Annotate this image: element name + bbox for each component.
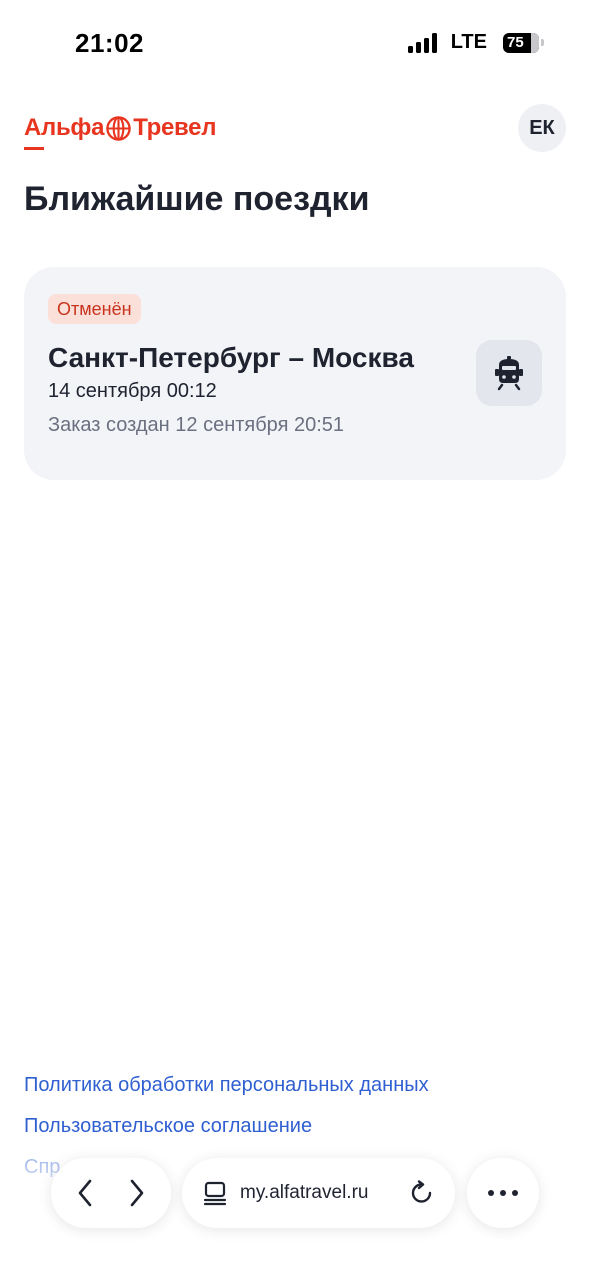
battery-icon: 75 [503,32,544,53]
address-bar[interactable]: my.alfatravel.ru [182,1158,455,1228]
reload-icon [411,1180,432,1203]
chevron-right-icon [130,1179,144,1207]
page-title: Ближайшие поездки [24,180,370,218]
browser-nav-pill [51,1158,171,1228]
trip-departure: 14 сентября 00:12 [48,380,217,402]
battery-level: 75 [507,34,524,51]
forward-button[interactable] [124,1178,148,1208]
tabs-button[interactable] [202,1180,228,1206]
page: 21:02 LTE 75 Альфа Тревел ЕК Ближайшие п… [0,0,590,1280]
back-button[interactable] [74,1178,98,1208]
logo-text-travel: Тревел [133,114,217,141]
trip-status-badge: Отменён [48,294,141,324]
user-agreement-link[interactable]: Пользовательское соглашение [24,1115,312,1138]
url-text: my.alfatravel.ru [240,1182,369,1203]
trip-card[interactable]: Отменён Санкт-Петербург – Москва 14 сент… [24,267,566,480]
privacy-policy-link[interactable]: Политика обработки персональных данных [24,1074,429,1097]
reload-button[interactable] [409,1180,435,1206]
status-indicators: LTE 75 [407,31,544,54]
more-button[interactable] [486,1188,520,1198]
more-icon [488,1190,518,1196]
brand-logo[interactable]: Альфа Тревел [24,114,217,150]
status-bar: 21:02 LTE 75 [0,0,590,90]
signal-icon [407,32,437,53]
status-time: 21:02 [75,28,144,58]
tabs-icon [203,1181,227,1206]
network-type: LTE [450,31,487,53]
logo-underline [24,147,44,150]
globe-icon [106,115,131,141]
transport-badge [476,340,542,406]
more-pill [467,1158,539,1228]
trip-route: Санкт-Петербург – Москва [48,342,414,373]
chevron-left-icon [78,1179,92,1207]
user-avatar[interactable]: ЕК [518,104,566,152]
logo-text-alfa: Альфа [24,114,105,141]
trip-created: Заказ создан 12 сентября 20:51 [48,414,345,436]
train-icon [495,356,523,391]
app-header: Альфа Тревел ЕК [24,104,566,152]
